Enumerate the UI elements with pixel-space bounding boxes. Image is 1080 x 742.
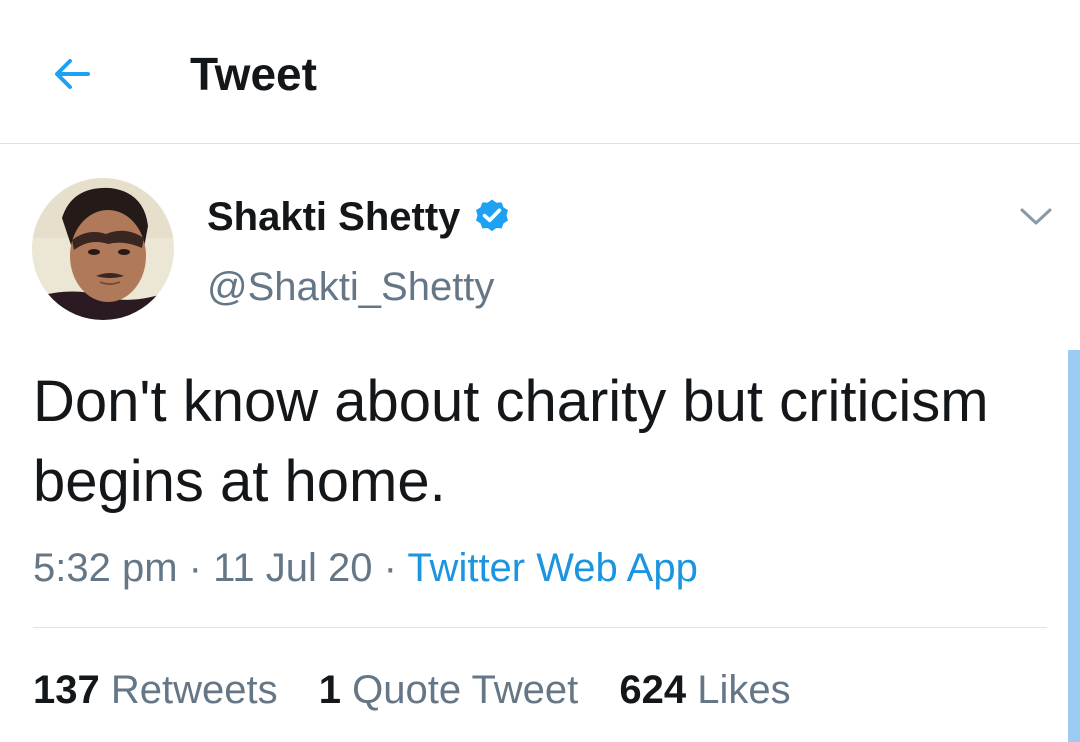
back-arrow-icon — [55, 59, 90, 89]
retweets-stat[interactable]: 137 Retweets — [33, 662, 278, 718]
tweet-time: 5:32 pm — [33, 546, 178, 590]
likes-label: Likes — [697, 668, 791, 712]
chevron-down-icon — [1020, 208, 1052, 225]
avatar-photo — [32, 178, 174, 320]
likes-count: 624 — [619, 668, 687, 712]
retweets-count: 137 — [33, 668, 100, 712]
tweet-detail-screen: Tweet Shakti Shetty @Shakti_Shetty Don't… — [0, 0, 1080, 742]
likes-stat[interactable]: 624 Likes — [619, 662, 790, 718]
quotes-count: 1 — [318, 668, 341, 712]
tweet-stats: 137 Retweets 1 Quote Tweet 624 Likes — [33, 662, 821, 718]
tweet-options-button[interactable] — [1014, 198, 1058, 234]
tweet-text: Don't know about charity but criticism b… — [33, 369, 989, 514]
scrollbar[interactable] — [1068, 350, 1080, 742]
tweet-source-link[interactable]: Twitter Web App — [407, 546, 698, 590]
meta-separator: · — [383, 546, 397, 590]
page-title: Tweet — [190, 48, 317, 100]
tweet-metadata: 5:32 pm · 11 Jul 20 · Twitter Web App — [33, 540, 698, 596]
author-name[interactable]: Shakti Shetty — [207, 192, 512, 242]
tweet-date: 11 Jul 20 — [213, 546, 373, 590]
quotes-label: Quote Tweet — [352, 668, 579, 712]
meta-separator: · — [188, 546, 202, 590]
top-bar: Tweet — [0, 0, 1080, 144]
avatar[interactable] — [32, 178, 174, 320]
retweets-label: Retweets — [110, 668, 278, 712]
author-name-text: Shakti Shetty — [207, 195, 461, 239]
back-button[interactable] — [42, 44, 102, 104]
divider — [33, 627, 1047, 628]
verified-badge-icon — [476, 199, 509, 232]
quotes-stat[interactable]: 1 Quote Tweet — [319, 662, 578, 718]
author-handle[interactable]: @Shakti_Shetty — [207, 262, 494, 312]
